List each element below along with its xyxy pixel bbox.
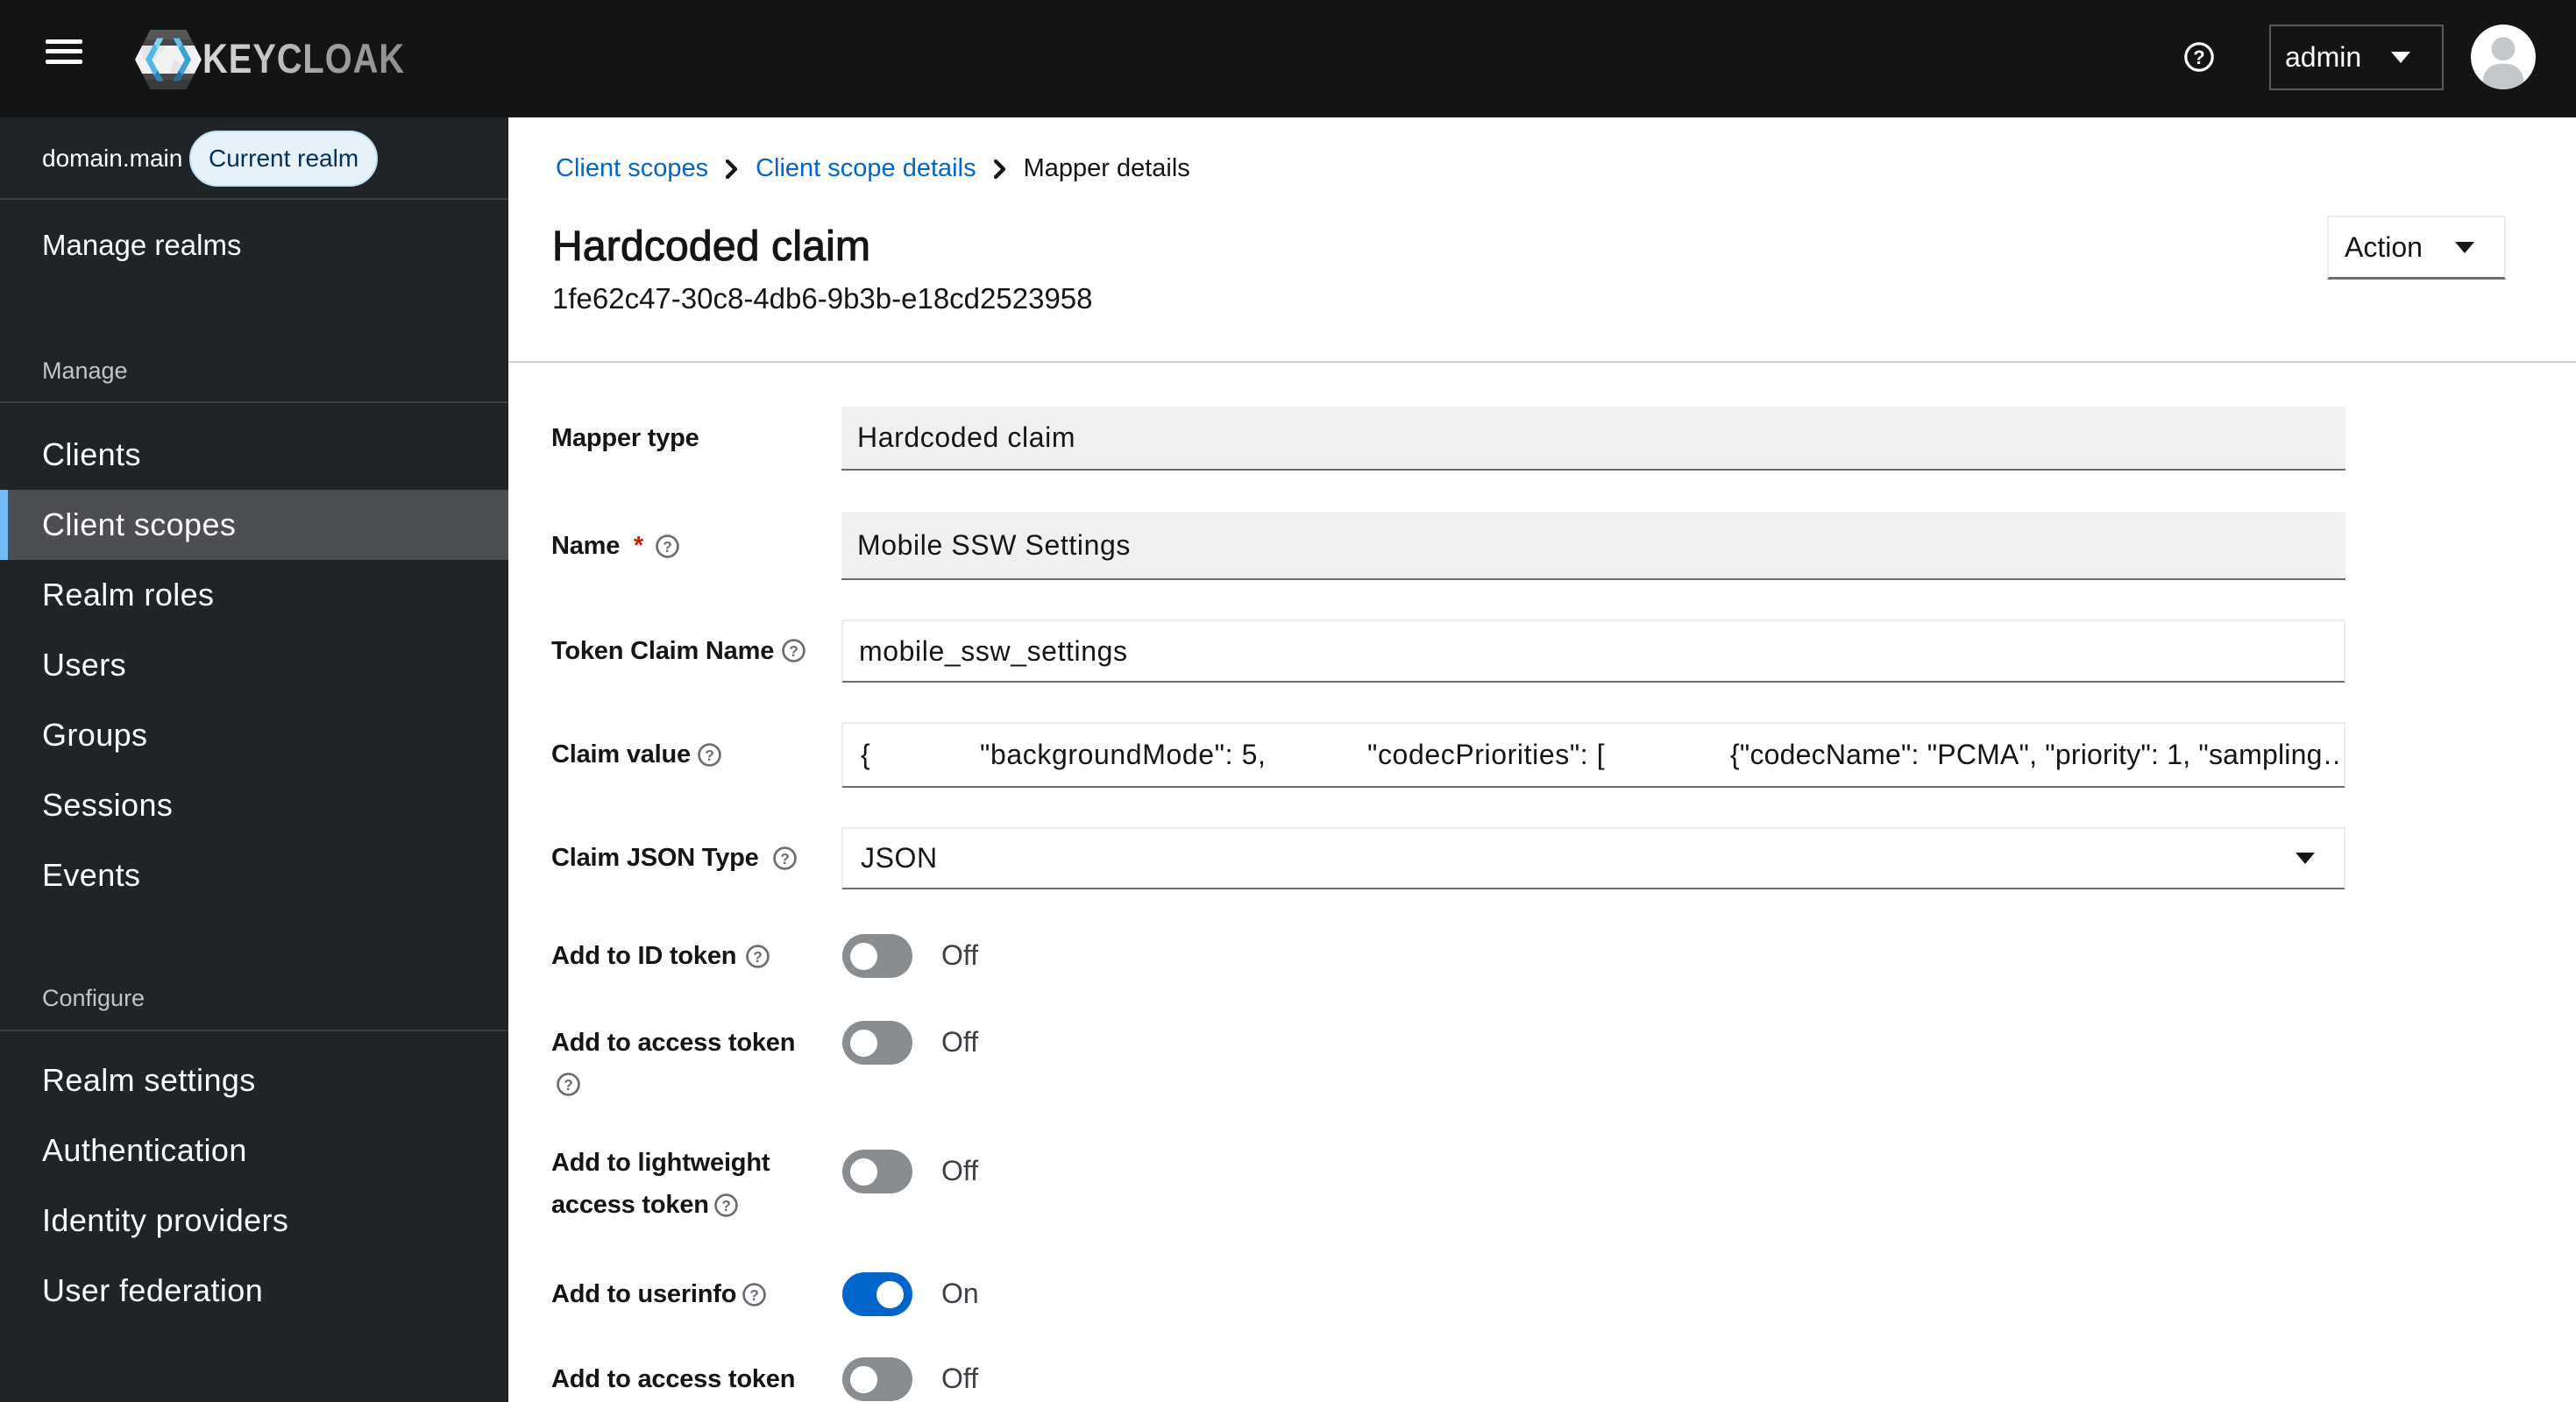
svg-text:?: ? bbox=[2193, 46, 2204, 68]
svg-text:?: ? bbox=[789, 642, 798, 660]
svg-text:?: ? bbox=[749, 1285, 759, 1303]
svg-text:?: ? bbox=[705, 747, 714, 764]
svg-text:?: ? bbox=[780, 850, 790, 867]
svg-text:?: ? bbox=[564, 1075, 573, 1093]
svg-text:?: ? bbox=[663, 538, 672, 556]
svg-text:?: ? bbox=[721, 1196, 731, 1214]
svg-text:?: ? bbox=[753, 947, 763, 965]
